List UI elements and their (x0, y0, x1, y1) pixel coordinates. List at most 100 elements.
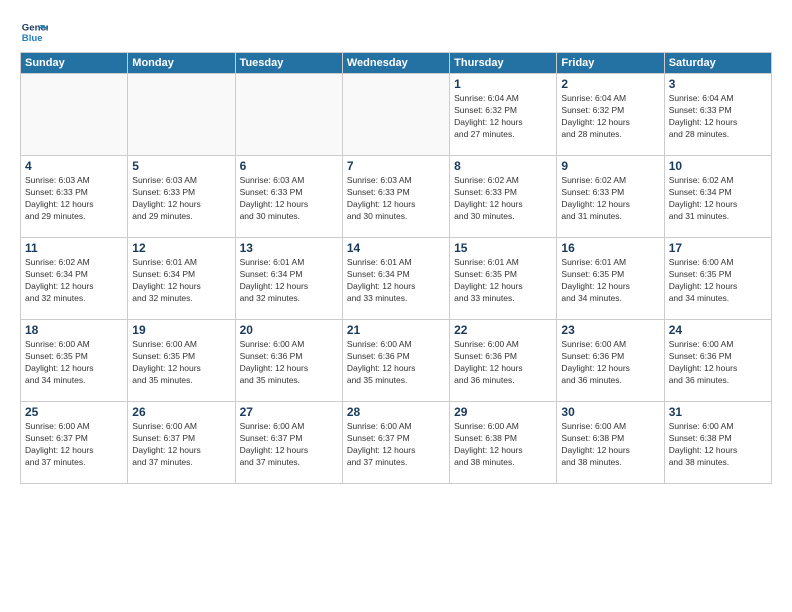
calendar-cell (235, 74, 342, 156)
calendar-table: SundayMondayTuesdayWednesdayThursdayFrid… (20, 52, 772, 484)
day-number: 21 (347, 323, 445, 337)
header: General Blue (20, 18, 772, 46)
calendar-day-header: Thursday (450, 53, 557, 74)
calendar-cell: 21 Sunrise: 6:00 AM Sunset: 6:36 PM Dayli… (342, 320, 449, 402)
day-info: Sunrise: 6:00 AM Sunset: 6:38 PM Dayligh… (669, 421, 767, 469)
calendar-cell (342, 74, 449, 156)
calendar-cell: 30 Sunrise: 6:00 AM Sunset: 6:38 PM Dayli… (557, 402, 664, 484)
calendar-cell: 28 Sunrise: 6:00 AM Sunset: 6:37 PM Dayli… (342, 402, 449, 484)
calendar-cell: 23 Sunrise: 6:00 AM Sunset: 6:36 PM Dayli… (557, 320, 664, 402)
calendar-cell: 6 Sunrise: 6:03 AM Sunset: 6:33 PM Daylig… (235, 156, 342, 238)
calendar-cell: 1 Sunrise: 6:04 AM Sunset: 6:32 PM Daylig… (450, 74, 557, 156)
day-info: Sunrise: 6:03 AM Sunset: 6:33 PM Dayligh… (240, 175, 338, 223)
day-info: Sunrise: 6:00 AM Sunset: 6:35 PM Dayligh… (25, 339, 123, 387)
calendar-cell: 18 Sunrise: 6:00 AM Sunset: 6:35 PM Dayli… (21, 320, 128, 402)
day-info: Sunrise: 6:00 AM Sunset: 6:35 PM Dayligh… (132, 339, 230, 387)
day-info: Sunrise: 6:04 AM Sunset: 6:32 PM Dayligh… (561, 93, 659, 141)
day-info: Sunrise: 6:00 AM Sunset: 6:37 PM Dayligh… (25, 421, 123, 469)
day-info: Sunrise: 6:02 AM Sunset: 6:34 PM Dayligh… (669, 175, 767, 223)
calendar-cell (21, 74, 128, 156)
day-number: 28 (347, 405, 445, 419)
day-info: Sunrise: 6:00 AM Sunset: 6:37 PM Dayligh… (132, 421, 230, 469)
day-number: 23 (561, 323, 659, 337)
day-info: Sunrise: 6:02 AM Sunset: 6:34 PM Dayligh… (25, 257, 123, 305)
calendar-cell: 14 Sunrise: 6:01 AM Sunset: 6:34 PM Dayli… (342, 238, 449, 320)
calendar-week-row: 4 Sunrise: 6:03 AM Sunset: 6:33 PM Daylig… (21, 156, 772, 238)
calendar-day-header: Saturday (664, 53, 771, 74)
day-number: 29 (454, 405, 552, 419)
day-number: 14 (347, 241, 445, 255)
day-number: 16 (561, 241, 659, 255)
day-number: 7 (347, 159, 445, 173)
day-number: 15 (454, 241, 552, 255)
day-number: 30 (561, 405, 659, 419)
day-number: 1 (454, 77, 552, 91)
day-info: Sunrise: 6:03 AM Sunset: 6:33 PM Dayligh… (25, 175, 123, 223)
calendar-week-row: 18 Sunrise: 6:00 AM Sunset: 6:35 PM Dayli… (21, 320, 772, 402)
day-info: Sunrise: 6:01 AM Sunset: 6:35 PM Dayligh… (561, 257, 659, 305)
calendar-cell: 2 Sunrise: 6:04 AM Sunset: 6:32 PM Daylig… (557, 74, 664, 156)
day-number: 18 (25, 323, 123, 337)
day-number: 12 (132, 241, 230, 255)
day-number: 10 (669, 159, 767, 173)
day-number: 17 (669, 241, 767, 255)
calendar-day-header: Monday (128, 53, 235, 74)
day-info: Sunrise: 6:01 AM Sunset: 6:34 PM Dayligh… (347, 257, 445, 305)
day-info: Sunrise: 6:03 AM Sunset: 6:33 PM Dayligh… (347, 175, 445, 223)
calendar-cell: 19 Sunrise: 6:00 AM Sunset: 6:35 PM Dayli… (128, 320, 235, 402)
day-number: 4 (25, 159, 123, 173)
calendar-day-header: Friday (557, 53, 664, 74)
calendar-cell: 4 Sunrise: 6:03 AM Sunset: 6:33 PM Daylig… (21, 156, 128, 238)
calendar-cell: 26 Sunrise: 6:00 AM Sunset: 6:37 PM Dayli… (128, 402, 235, 484)
day-info: Sunrise: 6:00 AM Sunset: 6:37 PM Dayligh… (240, 421, 338, 469)
day-info: Sunrise: 6:00 AM Sunset: 6:35 PM Dayligh… (669, 257, 767, 305)
logo-icon: General Blue (20, 18, 48, 46)
day-info: Sunrise: 6:01 AM Sunset: 6:34 PM Dayligh… (240, 257, 338, 305)
day-info: Sunrise: 6:01 AM Sunset: 6:34 PM Dayligh… (132, 257, 230, 305)
day-number: 26 (132, 405, 230, 419)
calendar-cell: 24Sunrise: 6:00 AM Sunset: 6:36 PM Dayli… (664, 320, 771, 402)
calendar-cell: 31Sunrise: 6:00 AM Sunset: 6:38 PM Dayli… (664, 402, 771, 484)
calendar-cell: 15Sunrise: 6:01 AM Sunset: 6:35 PM Dayli… (450, 238, 557, 320)
day-info: Sunrise: 6:00 AM Sunset: 6:36 PM Dayligh… (669, 339, 767, 387)
day-number: 22 (454, 323, 552, 337)
calendar-cell: 17 Sunrise: 6:00 AM Sunset: 6:35 PM Dayli… (664, 238, 771, 320)
day-number: 20 (240, 323, 338, 337)
calendar-cell: 25 Sunrise: 6:00 AM Sunset: 6:37 PM Dayli… (21, 402, 128, 484)
day-number: 5 (132, 159, 230, 173)
day-info: Sunrise: 6:00 AM Sunset: 6:37 PM Dayligh… (347, 421, 445, 469)
calendar-cell: 9Sunrise: 6:02 AM Sunset: 6:33 PM Daylig… (557, 156, 664, 238)
day-number: 19 (132, 323, 230, 337)
calendar-week-row: 11 Sunrise: 6:02 AM Sunset: 6:34 PM Dayli… (21, 238, 772, 320)
svg-text:Blue: Blue (22, 33, 43, 44)
day-number: 6 (240, 159, 338, 173)
calendar-cell: 3 Sunrise: 6:04 AM Sunset: 6:33 PM Daylig… (664, 74, 771, 156)
day-info: Sunrise: 6:00 AM Sunset: 6:38 PM Dayligh… (561, 421, 659, 469)
calendar-cell: 5 Sunrise: 6:03 AM Sunset: 6:33 PM Daylig… (128, 156, 235, 238)
day-info: Sunrise: 6:04 AM Sunset: 6:33 PM Dayligh… (669, 93, 767, 141)
day-info: Sunrise: 6:00 AM Sunset: 6:38 PM Dayligh… (454, 421, 552, 469)
calendar-week-row: 1 Sunrise: 6:04 AM Sunset: 6:32 PM Daylig… (21, 74, 772, 156)
calendar-cell (128, 74, 235, 156)
calendar-cell: 13Sunrise: 6:01 AM Sunset: 6:34 PM Dayli… (235, 238, 342, 320)
day-number: 8 (454, 159, 552, 173)
day-number: 25 (25, 405, 123, 419)
calendar-cell: 10 Sunrise: 6:02 AM Sunset: 6:34 PM Dayli… (664, 156, 771, 238)
calendar-cell: 29 Sunrise: 6:00 AM Sunset: 6:38 PM Dayli… (450, 402, 557, 484)
calendar-day-header: Tuesday (235, 53, 342, 74)
day-number: 3 (669, 77, 767, 91)
calendar-header-row: SundayMondayTuesdayWednesdayThursdayFrid… (21, 53, 772, 74)
day-info: Sunrise: 6:04 AM Sunset: 6:32 PM Dayligh… (454, 93, 552, 141)
day-info: Sunrise: 6:00 AM Sunset: 6:36 PM Dayligh… (240, 339, 338, 387)
day-number: 27 (240, 405, 338, 419)
day-info: Sunrise: 6:00 AM Sunset: 6:36 PM Dayligh… (347, 339, 445, 387)
day-info: Sunrise: 6:00 AM Sunset: 6:36 PM Dayligh… (561, 339, 659, 387)
day-number: 11 (25, 241, 123, 255)
day-number: 9 (561, 159, 659, 173)
calendar-cell: 27 Sunrise: 6:00 AM Sunset: 6:37 PM Dayli… (235, 402, 342, 484)
calendar-cell: 12 Sunrise: 6:01 AM Sunset: 6:34 PM Dayli… (128, 238, 235, 320)
day-info: Sunrise: 6:03 AM Sunset: 6:33 PM Dayligh… (132, 175, 230, 223)
calendar-cell: 8Sunrise: 6:02 AM Sunset: 6:33 PM Daylig… (450, 156, 557, 238)
calendar-cell: 16 Sunrise: 6:01 AM Sunset: 6:35 PM Dayli… (557, 238, 664, 320)
day-number: 2 (561, 77, 659, 91)
